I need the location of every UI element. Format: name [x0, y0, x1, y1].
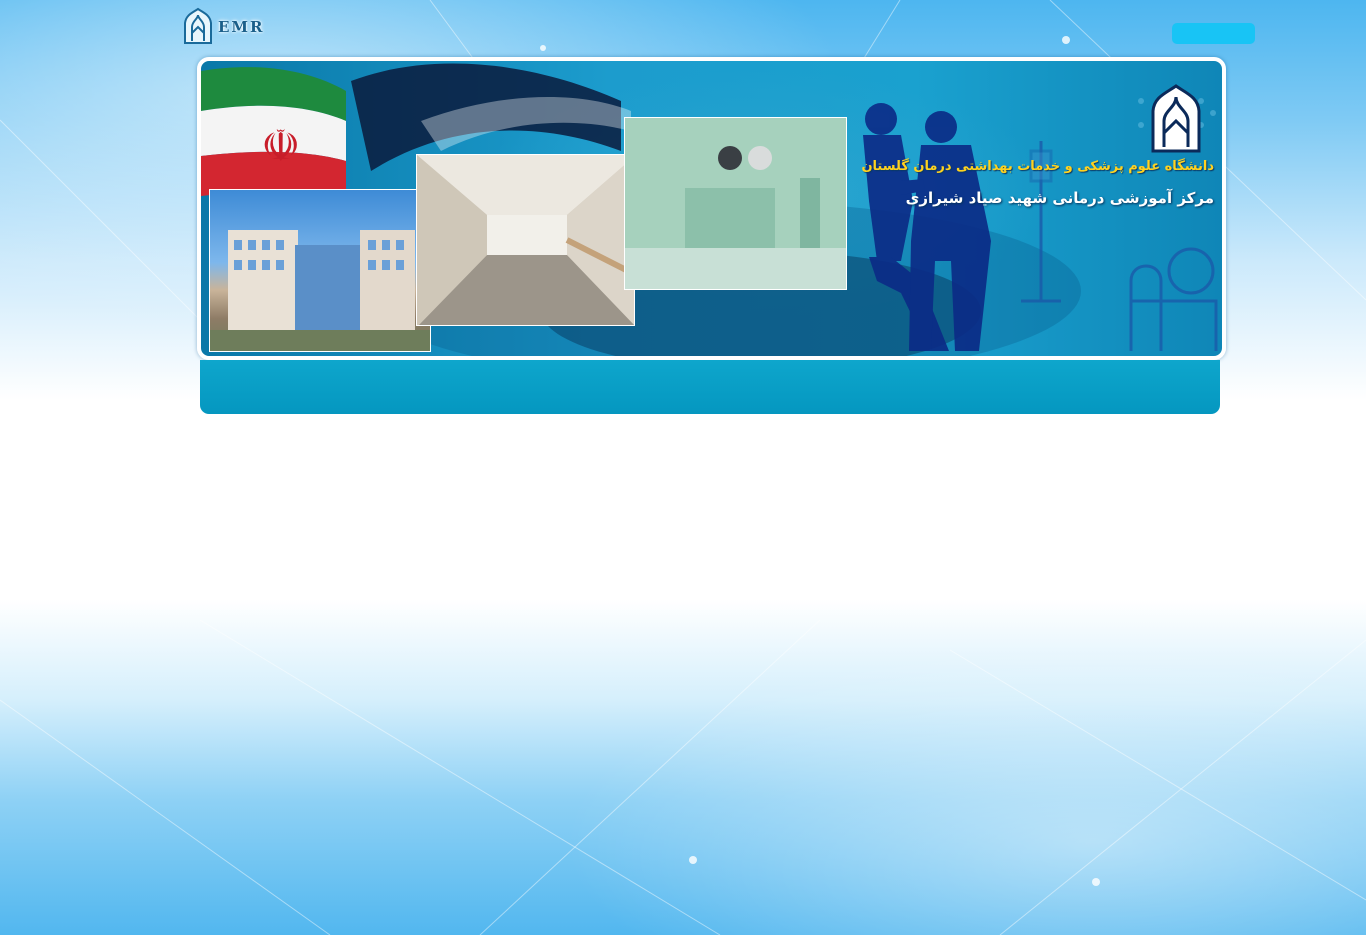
university-title: دانشگاه علوم پزشکی و خدمات بهداشتی درمان… [861, 159, 1214, 174]
svg-text:☫: ☫ [261, 121, 300, 172]
logo-text: EMR [218, 18, 265, 36]
banner-university-emblem-icon [1151, 84, 1201, 153]
top-right-button[interactable] [1172, 23, 1255, 44]
hospital-building-photo [209, 189, 431, 352]
hospital-corridor-photo [416, 154, 635, 326]
medical-center-title: مرکز آموزشی درمانی شهید صیاد شیرازی [905, 189, 1214, 207]
university-emblem-icon [184, 7, 212, 44]
site-logo[interactable]: EMR [182, 6, 266, 48]
operating-room-photo [624, 117, 847, 290]
main-nav-bar [200, 360, 1220, 414]
header-banner: ☫ دانشگاه علوم پزشکی و خدمات بهداشتی درم… [197, 57, 1226, 360]
iran-flag-icon: ☫ [201, 67, 346, 201]
